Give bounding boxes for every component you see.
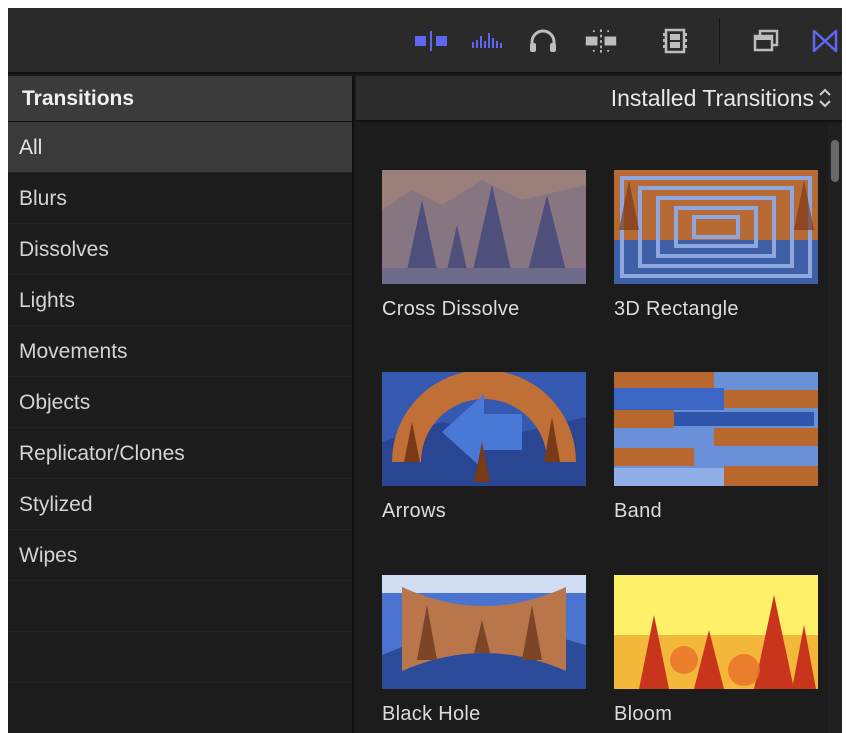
up-down-chevron-icon bbox=[818, 87, 832, 109]
arrows-thumbnail bbox=[382, 372, 586, 486]
headphones-icon[interactable] bbox=[526, 26, 560, 56]
transitions-browser-window: Transitions All Blurs Dissolves Lights M… bbox=[8, 8, 842, 733]
toolbar-divider bbox=[719, 18, 720, 64]
window-layout-icon[interactable] bbox=[749, 26, 783, 56]
sidebar-header: Transitions bbox=[8, 76, 352, 122]
sidebar-item-all[interactable]: All bbox=[8, 122, 352, 173]
transition-tile-cross-dissolve[interactable]: Cross Dissolve bbox=[382, 170, 586, 321]
transition-label: Cross Dissolve bbox=[382, 298, 520, 320]
vertical-scrollbar[interactable] bbox=[828, 124, 842, 733]
cross-dissolve-thumbnail bbox=[382, 170, 586, 284]
transition-label: Band bbox=[614, 500, 662, 522]
skimming-icon[interactable] bbox=[584, 26, 618, 56]
transition-tile-arrows[interactable]: Arrows bbox=[382, 372, 586, 523]
sidebar-item-lights[interactable]: Lights bbox=[8, 275, 352, 326]
transitions-browser-main: Installed Transitions Cross Dissolve 3D … bbox=[356, 76, 842, 733]
sidebar-item-objects[interactable]: Objects bbox=[8, 377, 352, 428]
filmstrip-icon[interactable] bbox=[658, 26, 692, 56]
transition-label: Black Hole bbox=[382, 703, 481, 725]
transition-tile-bloom[interactable]: Bloom bbox=[614, 575, 818, 726]
sidebar-item-wipes[interactable]: Wipes bbox=[8, 530, 352, 581]
transition-tile-3d-rectangle[interactable]: 3D Rectangle bbox=[614, 170, 818, 321]
transition-tile-band[interactable]: Band bbox=[614, 372, 818, 523]
transition-tile-black-hole[interactable]: Black Hole bbox=[382, 575, 586, 726]
clip-appearance-icon[interactable] bbox=[414, 26, 448, 56]
transitions-grid: Cross Dissolve 3D Rectangle Arrows Band … bbox=[356, 124, 826, 733]
sidebar-item-stylized[interactable]: Stylized bbox=[8, 479, 352, 530]
installed-transitions-selector[interactable]: Installed Transitions bbox=[356, 76, 842, 122]
sidebar-empty-row bbox=[8, 632, 352, 683]
band-thumbnail bbox=[614, 372, 818, 486]
sidebar-item-replicator-clones[interactable]: Replicator/Clones bbox=[8, 428, 352, 479]
sidebar-empty-row bbox=[8, 683, 352, 733]
sidebar-item-dissolves[interactable]: Dissolves bbox=[8, 224, 352, 275]
transition-label: Arrows bbox=[382, 500, 447, 522]
selector-label: Installed Transitions bbox=[610, 84, 814, 111]
bloom-thumbnail bbox=[614, 575, 818, 689]
toolbar bbox=[8, 8, 842, 74]
scrollbar-thumb[interactable] bbox=[831, 140, 839, 182]
sidebar-empty-row bbox=[8, 581, 352, 632]
transitions-browser-icon[interactable] bbox=[808, 26, 842, 56]
3d-rectangle-thumbnail bbox=[614, 170, 818, 284]
sidebar-item-blurs[interactable]: Blurs bbox=[8, 173, 352, 224]
sidebar-item-movements[interactable]: Movements bbox=[8, 326, 352, 377]
audio-waveform-icon[interactable] bbox=[470, 26, 504, 56]
transition-label: 3D Rectangle bbox=[614, 298, 739, 320]
transitions-sidebar: Transitions All Blurs Dissolves Lights M… bbox=[8, 76, 354, 733]
black-hole-thumbnail bbox=[382, 575, 586, 689]
transition-label: Bloom bbox=[614, 703, 673, 725]
